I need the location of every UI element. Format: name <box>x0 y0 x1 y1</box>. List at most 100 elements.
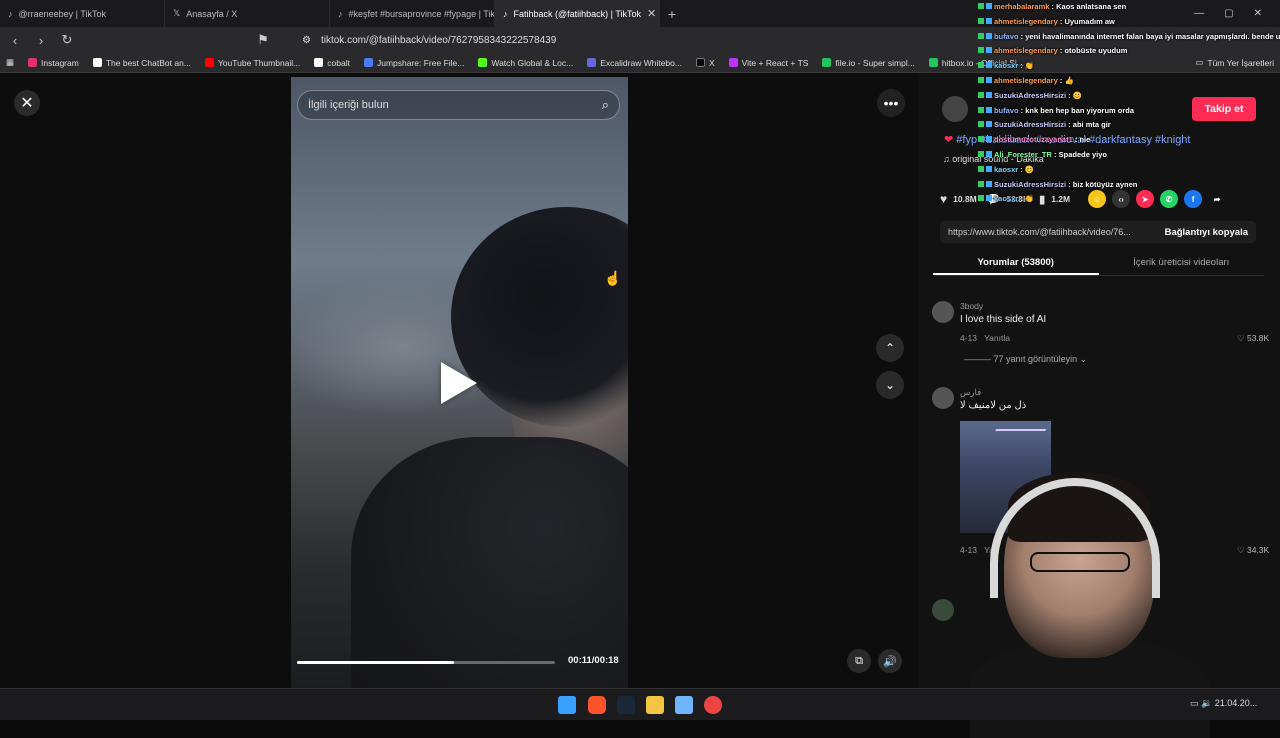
site-info-icon[interactable]: ⚙ <box>302 35 311 46</box>
app-icon[interactable] <box>675 696 693 714</box>
chat-separator: : <box>1066 179 1073 189</box>
volume-icon[interactable]: 🔊 <box>878 649 902 673</box>
chevron-down-icon: ⌄ <box>1079 354 1088 364</box>
tab-title: @rraeneebey | TikTok <box>18 8 107 19</box>
badge-icon <box>978 62 984 69</box>
music-note-icon: ♫ <box>943 154 953 164</box>
tiktok-icon: ♪ <box>8 8 13 19</box>
search-placeholder: İlgili içeriği bulun <box>308 99 389 111</box>
tab-title: Anasayfa / X <box>186 8 238 19</box>
badge-icon <box>986 106 992 113</box>
bookmark-label: file.io - Super simpl... <box>835 57 915 68</box>
apps-grid-icon[interactable]: ▦ <box>6 57 14 68</box>
like-count: 10.8M <box>953 194 977 204</box>
taskbar: ▭ 🔉 21.04.20... <box>0 688 1280 720</box>
brave-browser-icon[interactable] <box>588 696 606 714</box>
chat-username: kaosxr <box>994 164 1019 174</box>
tab-1[interactable]: ♪ @rraeneebey | TikTok <box>0 0 165 27</box>
badge-icon <box>978 150 984 157</box>
previous-video-icon[interactable]: ⌃ <box>876 334 904 362</box>
video-progress-bar[interactable] <box>297 661 555 664</box>
clock: 21.04.20... <box>1214 698 1258 708</box>
close-icon[interactable]: ✕ <box>14 90 40 116</box>
chat-username: bufavo <box>994 31 1019 41</box>
more-options-icon[interactable]: ••• <box>877 89 905 117</box>
comment-username[interactable]: فارس <box>960 387 981 398</box>
badge-icon <box>978 136 984 143</box>
network-icon[interactable]: ▭ <box>1190 698 1199 708</box>
bookmark-item[interactable]: Jumpshare: Free File... <box>363 57 465 68</box>
reply-button[interactable]: Yanıtla <box>984 333 1010 343</box>
floating-player-icon[interactable]: ⧉ <box>847 649 871 673</box>
chat-message: kaosxr : 👏 <box>978 59 1280 74</box>
volume-icon[interactable]: 🔉 <box>1201 698 1212 708</box>
avatar[interactable] <box>932 301 954 323</box>
webcam-overlay <box>970 468 1210 738</box>
comment-likes[interactable]: ♡ 53.8K <box>1237 333 1269 344</box>
badge-icon <box>986 121 992 128</box>
badge-icon <box>978 165 984 172</box>
comment-like-count: 34.3K <box>1246 545 1270 555</box>
reload-icon[interactable]: ↻ <box>60 32 74 48</box>
like-icon[interactable]: ♥ <box>940 192 947 206</box>
bookmark-item[interactable]: YouTube Thumbnail... <box>204 58 300 68</box>
system-tray: ▭ 🔉 21.04.20... <box>1190 698 1257 709</box>
avatar[interactable] <box>942 96 968 122</box>
video-player[interactable]: İlgili içeriği bulun ⌕ 00:11/00:18 <box>291 77 628 688</box>
close-tab-icon[interactable]: ✕ <box>647 7 656 20</box>
file-explorer-icon[interactable] <box>646 696 664 714</box>
chat-text: yeni havalimanında internet falan baya i… <box>1025 31 1280 41</box>
play-icon[interactable] <box>441 362 477 404</box>
tiktok-icon: ♪ <box>338 8 343 19</box>
next-video-icon[interactable]: ⌄ <box>876 371 904 399</box>
tab-4-active[interactable]: ♪ Fatihback (@fatiihback) | TikTok ✕ <box>495 0 660 27</box>
url-field[interactable]: ⚙ tiktok.com/@fatiihback/video/762795834… <box>302 35 556 46</box>
comment-meta: 4-13 Yanıtla <box>960 333 1010 343</box>
chat-text: 😊 <box>1072 90 1083 100</box>
related-search-input[interactable]: İlgili içeriği bulun ⌕ <box>297 90 620 120</box>
view-replies-label: 77 yanıt görüntüleyin <box>993 354 1078 364</box>
bookmark-item[interactable]: Instagram <box>28 58 79 68</box>
bookmark-item[interactable]: Watch Global & Loc... <box>478 58 573 68</box>
chat-username: bufavo <box>994 105 1019 115</box>
bookmark-item[interactable]: The best ChatBot an... <box>92 58 191 68</box>
tab-creator-videos[interactable]: İçerik üreticisi videoları <box>1099 252 1265 275</box>
view-replies-button[interactable]: ——— 77 yanıt görüntüleyin ⌄ <box>964 354 1087 365</box>
chat-username: SuzukiAdressHirsizi <box>994 179 1067 189</box>
comment-date: 4-13 <box>960 333 978 343</box>
chat-separator: : <box>1018 164 1025 174</box>
bookmark-item[interactable]: X <box>695 58 715 68</box>
chat-message: SuzukiAdressHirsizi : biz kötüyüz aynen <box>978 178 1280 193</box>
chat-text: abi mta gir <box>1072 120 1111 130</box>
chat-text: nie <box>1079 135 1091 145</box>
tab-2[interactable]: 𝕏 Anasayfa / X <box>165 0 330 27</box>
bookmark-item[interactable]: Vite + React + TS <box>728 58 808 68</box>
avatar[interactable] <box>932 599 954 621</box>
avatar[interactable] <box>932 387 954 409</box>
new-tab-button[interactable]: + <box>660 6 684 22</box>
badge-icon <box>978 195 984 202</box>
search-icon[interactable]: ⌕ <box>602 97 609 113</box>
tab-3[interactable]: ♪ #keşfet #bursaprovince #fypage | Tik <box>330 0 495 27</box>
chat-username: kaosxr <box>994 61 1019 71</box>
obs-icon[interactable] <box>704 696 722 714</box>
forward-icon[interactable]: › <box>34 33 48 48</box>
bookmark-label: Jumpshare: Free File... <box>376 57 465 68</box>
badge-icon <box>978 3 984 9</box>
tab-title: #keşfet #bursaprovince #fypage | Tik <box>348 8 495 19</box>
badge-icon <box>978 17 984 24</box>
bookmark-item[interactable]: Excalidraw Whitebo... <box>587 58 682 68</box>
steam-icon[interactable] <box>617 696 635 714</box>
badge-icon <box>986 136 992 143</box>
bookmark-icon <box>28 58 38 67</box>
bookmark-item[interactable]: file.io - Super simpl... <box>822 57 915 68</box>
back-icon[interactable]: ‹ <box>8 33 22 48</box>
comment-username[interactable]: 3body <box>960 301 983 311</box>
tab-comments[interactable]: Yorumlar (53800) <box>933 252 1099 275</box>
comment-likes[interactable]: ♡ 34.3K <box>1237 545 1269 556</box>
bookmark-item[interactable]: cobalt <box>314 58 350 68</box>
chat-username: ahmetislegendary <box>994 16 1058 26</box>
chat-separator: : <box>1066 90 1073 100</box>
bookmark-icon[interactable]: ⚑ <box>256 32 270 48</box>
windows-start-icon[interactable] <box>558 696 576 714</box>
